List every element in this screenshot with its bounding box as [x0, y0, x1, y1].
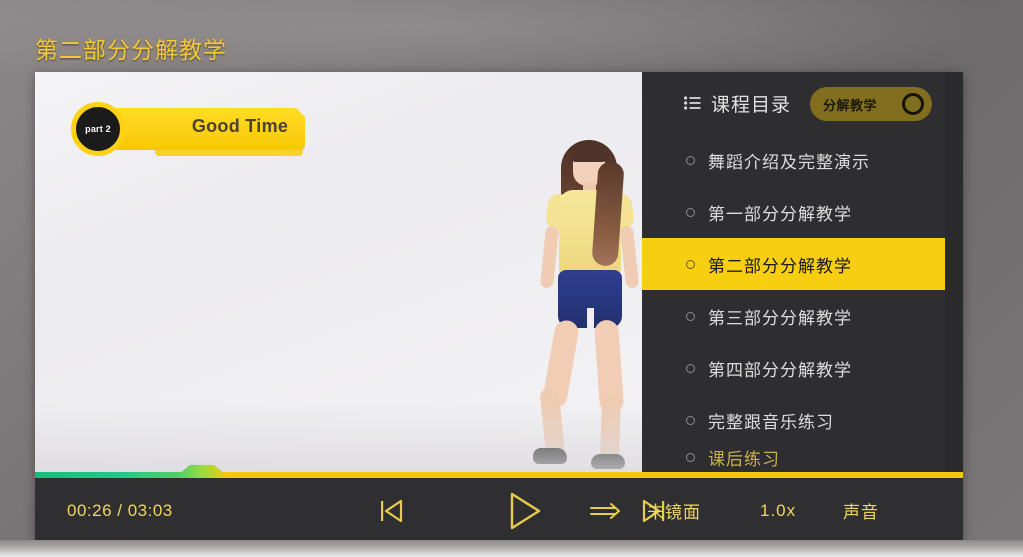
playback-speed-button[interactable]: 1.0x — [760, 501, 796, 521]
course-list[interactable]: 舞蹈介绍及完整演示 第一部分分解教学 第二部分分解教学 第三部分分解教学 第四部分分解教… — [642, 134, 945, 472]
bullet-icon — [686, 452, 695, 462]
dancer-figure — [525, 132, 642, 472]
time-display: 00:26 / 03:03 — [67, 500, 173, 520]
overlay-part-circle: part 2 — [71, 102, 125, 156]
dancer-shorts-gap — [587, 308, 594, 330]
dancer-shoe-left — [533, 448, 567, 464]
overlay-banner-stripe — [155, 150, 303, 156]
dancer-shoe-right — [591, 454, 625, 469]
desktop-bottom-strip — [0, 540, 1023, 557]
course-list-item[interactable]: 第四部分分解教学 — [642, 342, 945, 394]
list-icon — [684, 96, 701, 110]
course-list-item-label: 第一部分分解教学 — [708, 204, 852, 224]
course-list-item-label: 课后练习 — [708, 449, 780, 469]
video-stage[interactable]: Good Time part 2 — [35, 72, 642, 472]
player-control-bar: 00:26 / 03:03 未镜面 1.0x 声音 — [35, 478, 963, 543]
course-list-item-label: 完整跟音乐练习 — [708, 412, 834, 432]
course-list-item[interactable]: 第三部分分解教学 — [642, 290, 945, 342]
previous-track-button[interactable] — [371, 491, 411, 531]
course-list-item[interactable]: 舞蹈介绍及完整演示 — [642, 134, 945, 186]
play-button[interactable] — [497, 485, 549, 537]
forward-arrow-button[interactable] — [586, 494, 626, 528]
mirror-mode-button[interactable]: 未镜面 — [647, 498, 701, 523]
course-list-item-label: 第二部分分解教学 — [708, 256, 852, 276]
overlay-part-label: part 2 — [85, 124, 111, 134]
bullet-icon — [686, 311, 695, 321]
play-icon — [510, 492, 541, 530]
dancer-arm-left — [539, 225, 560, 289]
course-list-item-label: 第四部分分解教学 — [708, 360, 852, 380]
bullet-icon — [686, 207, 695, 217]
page-title: 第二部分分解教学 — [35, 37, 227, 63]
dancer-arm-right — [619, 225, 640, 289]
arrow-right-icon — [590, 503, 620, 519]
bullet-icon — [686, 155, 695, 165]
circle-toggle-icon[interactable] — [902, 93, 924, 115]
course-list-item[interactable]: 课后练习 — [642, 446, 945, 468]
mode-toggle-badge[interactable]: 分解教学 — [810, 87, 932, 121]
bullet-icon — [686, 363, 695, 373]
bullet-icon — [686, 259, 695, 269]
bullet-icon — [686, 415, 695, 425]
course-list-item[interactable]: 第二部分分解教学 — [642, 238, 945, 290]
course-list-item[interactable]: 第一部分分解教学 — [642, 186, 945, 238]
course-list-item-label: 舞蹈介绍及完整演示 — [708, 152, 870, 172]
previous-track-icon — [381, 499, 403, 523]
course-list-item-label: 第三部分分解教学 — [708, 308, 852, 328]
app-window: 第二部分分解教学 Good Time part 2 课程目录 分解教学 舞蹈介绍… — [0, 0, 1023, 557]
course-list-item[interactable]: 完整跟音乐练习 — [642, 394, 945, 446]
video-overlay-badge: Good Time part 2 — [71, 102, 306, 156]
course-catalog-sidebar: 课程目录 分解教学 舞蹈介绍及完整演示 第一部分分解教学 第二部分分解教学 第三部分分… — [642, 72, 945, 472]
mode-toggle-label: 分解教学 — [823, 97, 878, 113]
overlay-banner-label: Good Time — [191, 116, 289, 136]
dancer-bangs — [570, 142, 608, 162]
sound-button[interactable]: 声音 — [843, 498, 879, 523]
sidebar-title: 课程目录 — [711, 94, 792, 116]
video-player: Good Time part 2 课程目录 分解教学 舞蹈介绍及完整演示 第一部… — [35, 72, 963, 543]
dancer-leg-right-lower — [599, 393, 622, 463]
